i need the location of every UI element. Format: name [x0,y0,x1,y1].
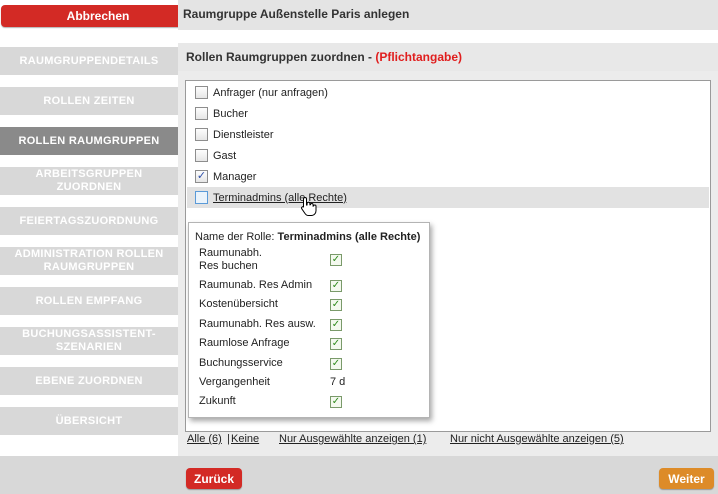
role-item-anfrager[interactable]: Anfrager (nur anfragen) [187,82,709,103]
role-checkbox[interactable] [195,128,208,141]
hand-cursor-icon [301,196,317,216]
section-header: Rollen Raumgruppen zuordnen - (Pflichtan… [178,43,718,71]
nav-item-administration-rollen-raumgruppen[interactable]: ADMINISTRATION ROLLEN RAUMGRUPPEN [0,247,178,275]
permission-check-icon: ✓ [330,299,342,311]
show-selected-link[interactable]: Nur Ausgewählte anzeigen (1) [279,433,426,445]
nav-item-rollen-zeiten[interactable]: ROLLEN ZEITEN [0,87,178,115]
cancel-button[interactable]: Abbrechen [1,5,195,27]
permission-row: Zukunft ✓ [199,395,421,408]
role-label: Manager [213,170,257,183]
nav-item-feiertagszuordnung[interactable]: FEIERTAGSZUORDNUNG [0,207,178,235]
next-button[interactable]: Weiter [659,468,714,489]
permission-label: Kostenübersicht [199,298,278,310]
permission-check-icon: ✓ [330,358,342,370]
permission-check-icon: ✓ [330,396,342,408]
required-label: (Pflichtangabe) [375,50,462,64]
role-item-manager[interactable]: ✓ Manager [187,166,709,187]
role-item-terminadmins[interactable]: Terminadmins (alle Rechte) [187,187,709,208]
role-label: Dienstleister [213,128,274,141]
role-checkbox[interactable] [195,107,208,120]
role-item-dienstleister[interactable]: Dienstleister [187,124,709,145]
role-tooltip: Name der Rolle: Terminadmins (alle Recht… [188,222,430,418]
permission-row: Kostenübersicht ✓ [199,298,421,311]
tooltip-prefix: Name der Rolle: [195,231,278,243]
permission-label: Raumunab. Res Admin [199,279,313,291]
section-title: Rollen Raumgruppen zuordnen - (Pflichtan… [186,50,462,64]
permission-label: Raumlose Anfrage [199,337,290,349]
role-label: Gast [213,149,237,162]
tooltip-role-name: Terminadmins (alle Rechte) [277,231,421,243]
permission-label: Raumunabh. Res ausw. [199,318,316,330]
permission-value: 7 d [330,376,346,388]
permission-check-icon: ✓ [330,319,342,331]
permission-label: Buchungsservice [199,357,283,369]
show-unselected-link[interactable]: Nur nicht Ausgewählte anzeigen (5) [450,433,624,445]
permission-label: Zukunft [199,395,236,407]
nav-item-uebersicht[interactable]: ÜBERSICHT [0,407,178,435]
page-title: Raumgruppe Außenstelle Paris anlegen [183,7,410,21]
permission-label: Raumunabh. Res buchen [199,247,262,272]
permission-check-icon: ✓ [330,254,342,266]
permission-check-icon: ✓ [330,280,342,292]
permission-row: Buchungsservice ✓ [199,357,421,370]
page-header: Raumgruppe Außenstelle Paris anlegen [178,0,718,30]
nav-item-rollen-empfang[interactable]: ROLLEN EMPFANG [0,287,178,315]
permission-label: Vergangenheit [199,376,270,388]
permission-row: Raumunab. Res Admin ✓ [199,279,421,292]
sidebar-footer [0,456,178,494]
sidebar: Abbrechen RAUMGRUPPENDETAILS ROLLEN ZEIT… [0,0,195,494]
bottom-bar [178,456,718,494]
permission-row: Vergangenheit 7 d [199,376,421,389]
back-button[interactable]: Zurück [186,468,242,489]
role-item-gast[interactable]: Gast [187,145,709,166]
nav-item-ebene-zuordnen[interactable]: EBENE ZUORDNEN [0,367,178,395]
nav-item-raumgruppendetails[interactable]: RAUMGRUPPENDETAILS [0,47,178,75]
nav-item-rollen-raumgruppen[interactable]: ROLLEN RAUMGRUPPEN [0,127,178,155]
role-checkbox[interactable] [195,86,208,99]
role-label-link[interactable]: Terminadmins (alle Rechte) [213,192,347,204]
section-title-text: Rollen Raumgruppen zuordnen - [186,50,376,64]
permission-row: Raumunabh. Res ausw. ✓ [199,318,421,331]
permission-row: Raumlose Anfrage ✓ [199,337,421,350]
permission-row: Raumunabh. Res buchen ✓ [199,247,421,273]
select-none-link[interactable]: Keine [231,433,259,445]
role-checkbox[interactable] [195,149,208,162]
role-checkbox-checked[interactable]: ✓ [195,170,208,183]
permission-check-icon: ✓ [330,338,342,350]
tooltip-heading: Name der Rolle: Terminadmins (alle Recht… [195,231,420,243]
select-all-link[interactable]: Alle (6) [187,433,222,445]
role-checkbox[interactable] [195,191,208,204]
role-label: Bucher [213,107,248,120]
role-label: Anfrager (nur anfragen) [213,86,328,99]
nav-item-arbeitsgruppen-zuordnen[interactable]: ARBEITSGRUPPEN ZUORDNEN [0,167,178,195]
role-item-bucher[interactable]: Bucher [187,103,709,124]
nav-item-buchungsassistent-szenarien[interactable]: BUCHUNGSASSISTENT-SZENARIEN [0,327,178,355]
